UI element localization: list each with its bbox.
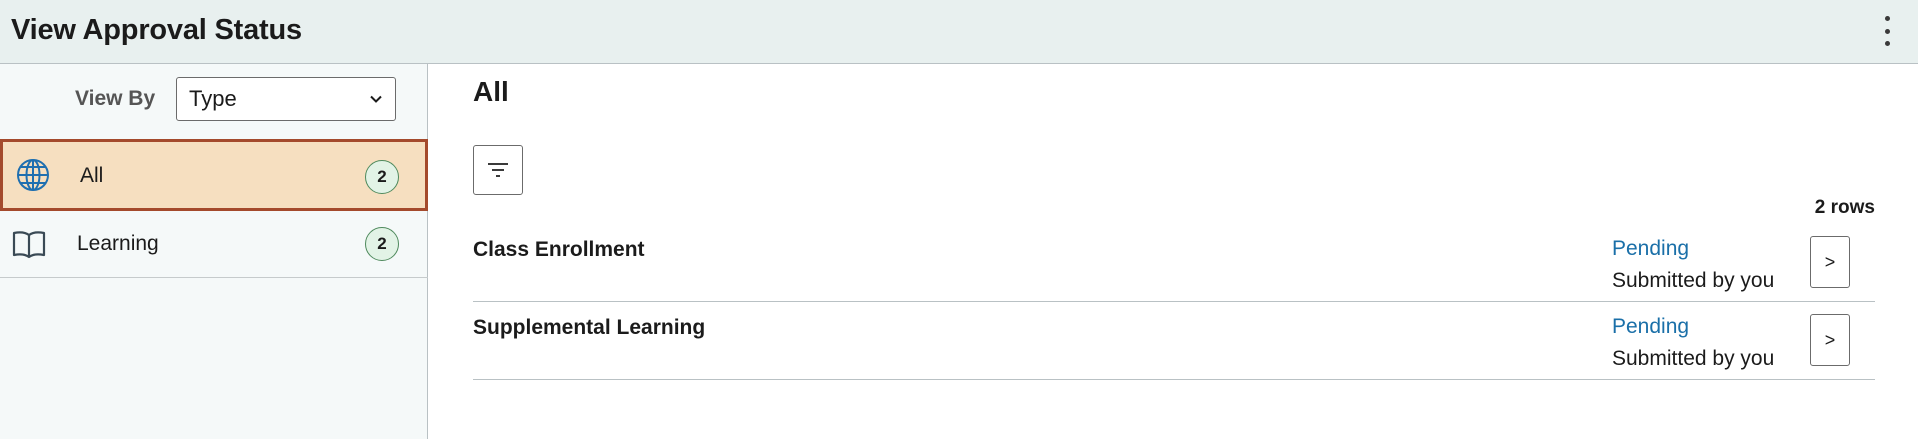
status-link[interactable]: Pending: [1612, 237, 1689, 261]
row-detail-button[interactable]: >: [1810, 314, 1850, 366]
status-link[interactable]: Pending: [1612, 315, 1689, 339]
section-title: All: [473, 76, 509, 107]
page-title: View Approval Status: [11, 14, 302, 46]
row-detail-button[interactable]: >: [1810, 236, 1850, 288]
sidebar-item-label: Learning: [77, 232, 159, 255]
kebab-menu-icon[interactable]: [1880, 16, 1894, 46]
request-title: Supplemental Learning: [473, 316, 706, 339]
sidebar-item-learning[interactable]: Learning 2: [0, 211, 428, 278]
main-content: All 2 rows Class Enrollment Pending Subm…: [429, 64, 1918, 439]
row-count: 2 rows: [1814, 197, 1875, 218]
view-by-label: View By: [75, 87, 156, 110]
submitted-by-text: Submitted by you: [1612, 347, 1775, 370]
globe-icon: [17, 159, 49, 191]
sidebar: View By Type All 2 Learning 2: [0, 64, 428, 439]
page-header: View Approval Status: [0, 0, 1918, 64]
list-item[interactable]: Supplemental Learning Pending Submitted …: [473, 302, 1875, 380]
count-badge: 2: [365, 227, 399, 261]
sidebar-item-all[interactable]: All 2: [0, 139, 428, 211]
count-badge: 2: [365, 160, 399, 194]
chevron-down-icon: [370, 95, 382, 103]
view-by-selected-value: Type: [189, 86, 237, 111]
filter-icon: [488, 163, 508, 177]
submitted-by-text: Submitted by you: [1612, 269, 1775, 292]
list-item[interactable]: Class Enrollment Pending Submitted by yo…: [473, 224, 1875, 302]
filter-button[interactable]: [473, 145, 523, 195]
request-title: Class Enrollment: [473, 238, 645, 261]
sidebar-item-label: All: [80, 164, 104, 187]
book-icon: [12, 231, 46, 259]
view-by-select[interactable]: Type: [176, 77, 396, 121]
